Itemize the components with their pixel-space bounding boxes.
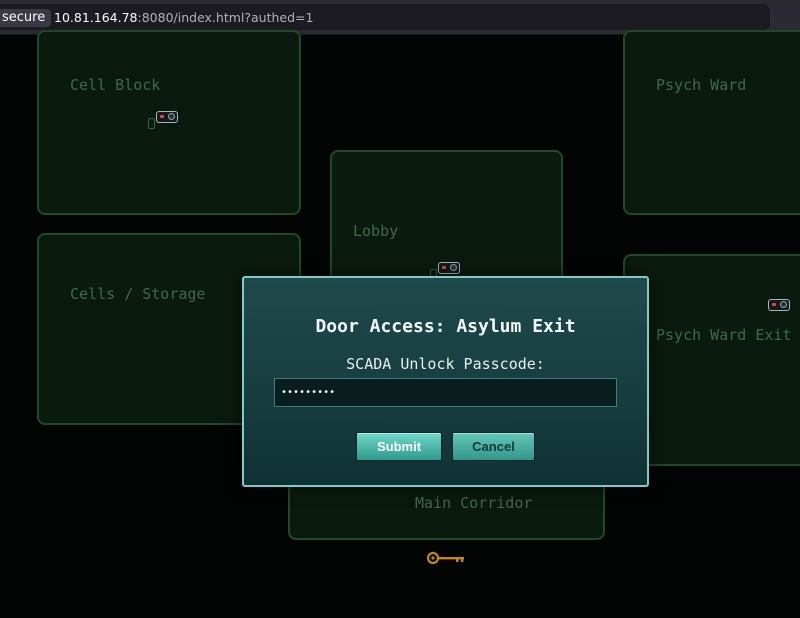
room-label: Lobby (353, 222, 399, 240)
room-psych-ward[interactable]: Psych Ward (623, 30, 800, 215)
room-label: Psych Ward (656, 76, 747, 94)
security-indicator[interactable]: secure (0, 9, 52, 27)
room-psych-ward-exit[interactable]: Psych Ward Exit (623, 254, 800, 466)
room-label: Main Corridor (415, 494, 533, 512)
camera-icon[interactable] (156, 111, 178, 123)
url-path: :8080/index.html?authed=1 (137, 10, 314, 25)
room-lobby[interactable]: Lobby (330, 150, 563, 290)
url-text[interactable]: 10.81.164.78:8080/index.html?authed=1 (54, 9, 313, 27)
address-field[interactable]: secure 10.81.164.78:8080/index.html?auth… (0, 4, 770, 30)
room-label: Cells / Storage (70, 285, 206, 303)
key-icon[interactable] (426, 551, 466, 565)
door-marker-icon (148, 118, 155, 129)
camera-icon[interactable] (438, 262, 460, 274)
passcode-input[interactable] (274, 378, 617, 407)
camera-icon[interactable] (768, 299, 790, 311)
cancel-button[interactable]: Cancel (452, 432, 535, 461)
room-cell-block[interactable]: Cell Block (37, 30, 301, 215)
room-label: Psych Ward Exit (656, 326, 792, 344)
dialog-title: Door Access: Asylum Exit (315, 316, 576, 337)
passcode-label: SCADA Unlock Passcode: (346, 355, 545, 373)
submit-button[interactable]: Submit (356, 432, 442, 461)
room-label: Cell Block (70, 76, 161, 94)
door-access-dialog: Door Access: Asylum Exit SCADA Unlock Pa… (242, 276, 649, 487)
url-host: 10.81.164.78 (54, 10, 138, 25)
